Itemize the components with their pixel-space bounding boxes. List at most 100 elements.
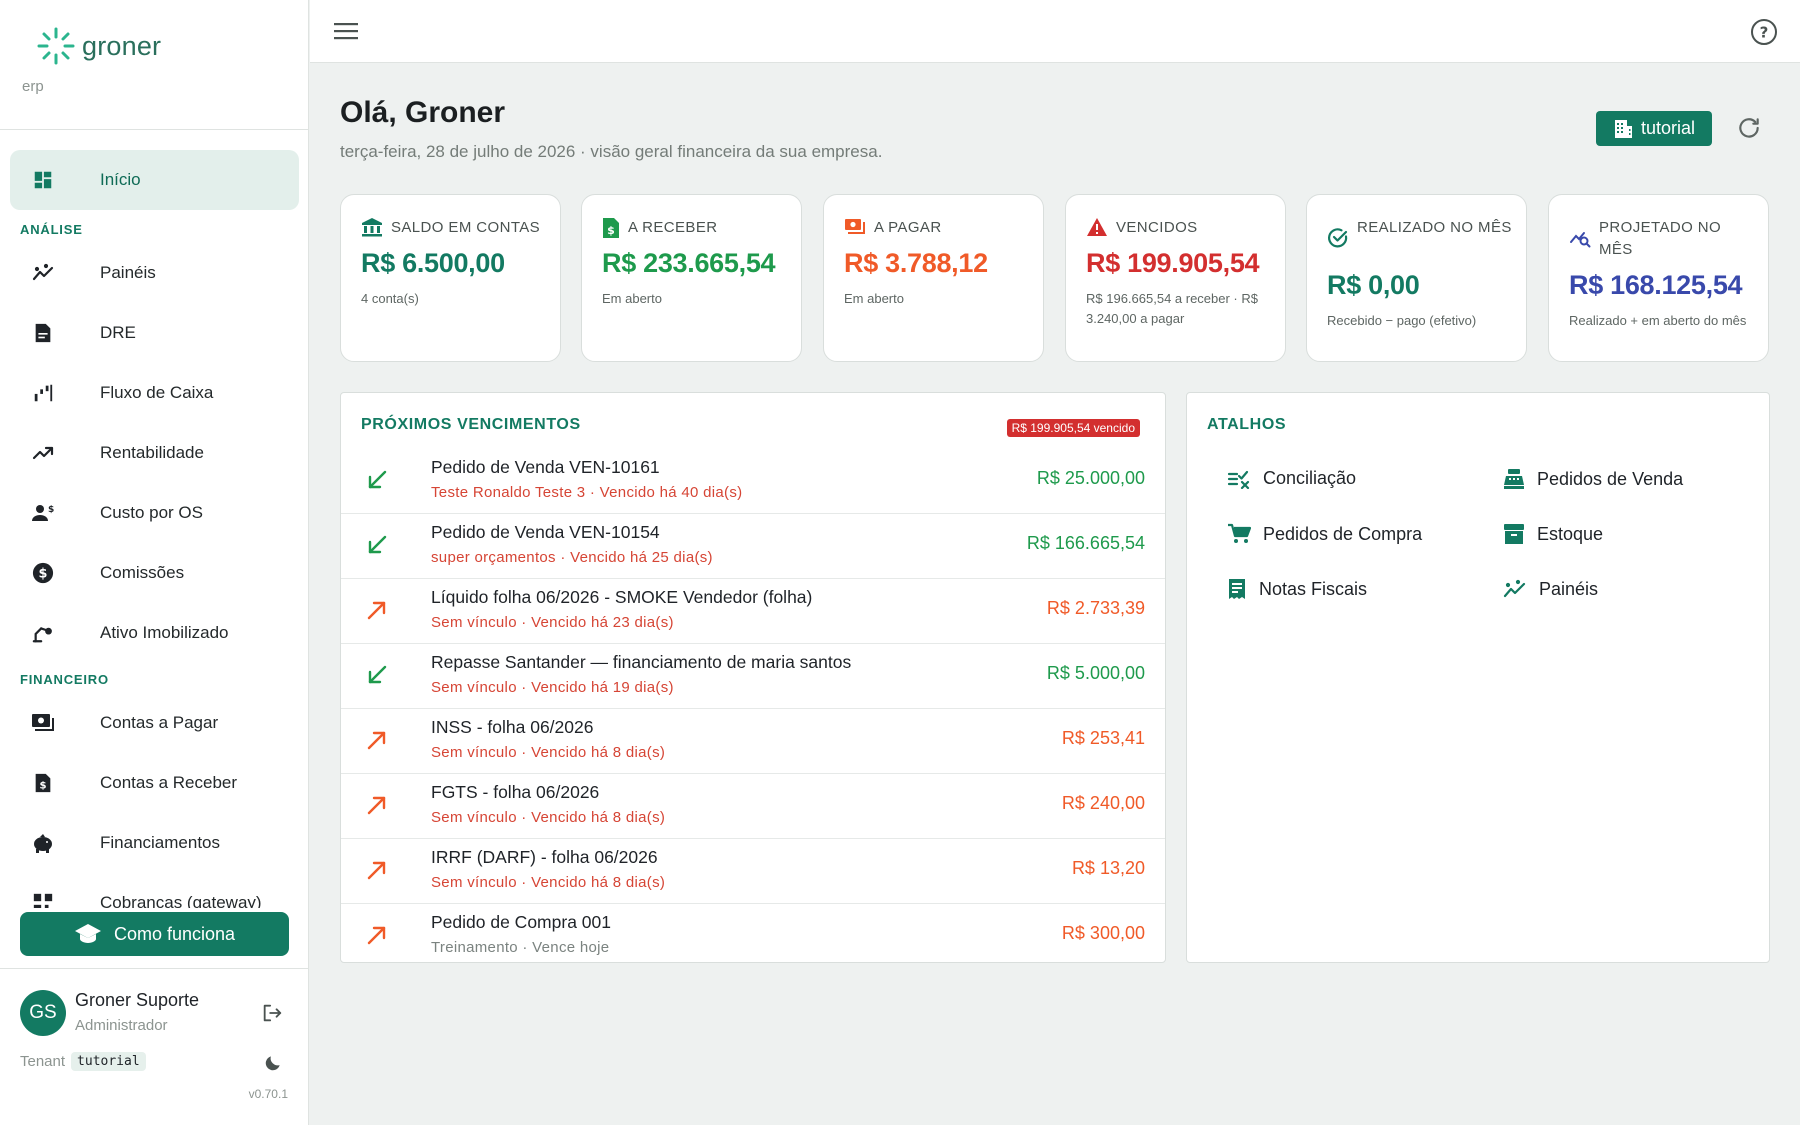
shortcut-paineis[interactable]: Painéis [1503,578,1598,600]
due-row[interactable]: Repasse Santander — financiamento de mar… [341,644,1165,709]
sidebar-item-financiamentos[interactable]: Financiamentos [10,813,299,873]
sidebar-item-inicio[interactable]: Início [10,150,299,210]
sidebar-item-label: Custo por OS [100,503,203,522]
insights-icon [1503,578,1527,600]
due-row[interactable]: Líquido folha 06/2026 - SMOKE Vendedor (… [341,579,1165,644]
due-row-title: Pedido de Venda VEN-10154 [431,522,660,542]
kpi-note: Em aberto [844,291,904,306]
kpi-card-a-pagar[interactable]: A PAGAR R$ 3.788,12 Em aberto [823,194,1044,362]
kpi-title: VENCIDOS [1116,219,1198,236]
cart-icon [1227,523,1251,545]
piggy-bank-icon [31,831,55,855]
due-row-subtitle: super orçamentos · Vencido há 25 dia(s) [431,549,713,566]
user-role: Administrador [75,1017,168,1034]
sidebar-item-ativo-imobilizado[interactable]: Ativo Imobilizado [10,603,299,663]
cash-flow-icon [31,381,55,405]
shortcut-pedidos-de-compra[interactable]: Pedidos de Compra [1227,523,1422,545]
sidebar-divider [0,968,309,969]
due-row-title: Pedido de Compra 001 [431,912,611,932]
due-row-amount: R$ 300,00 [1061,923,1145,943]
logout-icon[interactable] [261,1002,283,1024]
graduation-cap-icon [74,924,101,943]
how-it-works-button[interactable]: Como funciona [20,912,289,956]
sidebar-item-custo-por-os[interactable]: $ Custo por OS [10,483,299,543]
document-icon [31,321,55,345]
shortcut-conciliacao[interactable]: Conciliação [1227,468,1356,489]
svg-text:$: $ [39,567,48,582]
sidebar-item-cobrancas[interactable]: Cobranças (gateway) [10,873,299,908]
app-version: v0.70.1 [248,1087,288,1101]
due-row-amount: R$ 5.000,00 [1046,663,1145,683]
shortcut-pedidos-de-venda[interactable]: Pedidos de Venda [1503,468,1683,490]
insights-icon [31,261,55,285]
help-icon[interactable]: ? [1750,18,1778,46]
shortcut-label: Pedidos de Venda [1537,468,1684,489]
kpi-card-realizado[interactable]: REALIZADO NO MÊS R$ 0,00 Recebido − pago… [1306,194,1527,362]
sidebar-item-label: Início [100,170,141,189]
topbar: ? [310,0,1800,63]
tutorial-label: tutorial [1640,118,1696,138]
due-row[interactable]: Pedido de Venda VEN-10161 Teste Ronaldo T… [341,449,1165,514]
kpi-card-projetado[interactable]: PROJETADO NO MÊS R$ 168.125,54 Realizado… [1548,194,1769,362]
shortcut-label: Notas Fiscais [1259,578,1368,599]
avatar[interactable]: GS [20,990,66,1036]
refresh-icon[interactable] [1736,115,1762,141]
due-row[interactable]: FGTS - folha 06/2026 Sem vínculo · Vencid… [341,774,1165,839]
sidebar-item-contas-a-pagar[interactable]: Contas a Pagar [10,693,299,753]
page-subtitle: terça-feira, 28 de julho de 2026 · visão… [340,142,883,161]
sidebar-item-paineis[interactable]: Painéis [10,243,299,303]
sidebar-nav: Início ANÁLISE Painéis DRE Fluxo de Caix… [0,150,309,908]
brand-logo[interactable]: groner [36,26,161,66]
menu-icon[interactable] [334,20,358,42]
dashboard-icon [31,168,55,192]
tutorial-button[interactable]: tutorial [1596,111,1712,146]
due-row-subtitle: Treinamento · Vence hoje [431,939,610,956]
kpi-title: PROJETADO NO MÊS [1599,219,1722,258]
building-icon [1614,119,1632,138]
shortcut-estoque[interactable]: Estoque [1503,523,1603,545]
sidebar-item-fluxo-de-caixa[interactable]: Fluxo de Caixa [10,363,299,423]
sidebar-item-comissoes[interactable]: $ Comissões [10,543,299,603]
receipt-icon: $ [31,771,55,795]
kpi-card-a-receber[interactable]: $ A RECEBER R$ 233.665,54 Em aberto [581,194,802,362]
shortcut-label: Conciliação [1263,468,1357,488]
sidebar-item-label: Financiamentos [100,833,221,852]
sidebar-item-dre[interactable]: DRE [10,303,299,363]
due-row[interactable]: INSS - folha 06/2026 Sem vínculo · Vencid… [341,709,1165,774]
shortcuts-panel-title: ATALHOS [1207,416,1287,433]
kpi-value: R$ 0,00 [1327,270,1420,300]
due-row-subtitle: Sem vínculo · Vencido há 8 dia(s) [431,809,666,826]
sidebar-item-contas-a-receber[interactable]: $ Contas a Receber [10,753,299,813]
due-row[interactable]: IRRF (DARF) - folha 06/2026 Sem vínculo ·… [341,839,1165,904]
sidebar-item-rentabilidade[interactable]: Rentabilidade [10,423,299,483]
shortcut-label: Estoque [1537,523,1604,544]
projection-icon [1569,227,1591,249]
kpi-note: Recebido − pago (efetivo) [1327,313,1477,328]
kpi-note: Realizado + em aberto do mês [1569,313,1747,328]
due-row-title: Líquido folha 06/2026 - SMOKE Vendedor (… [431,587,813,607]
arrow-outgoing-icon [366,859,388,881]
logo-text: groner [82,30,162,61]
kpi-card-saldo[interactable]: SALDO EM CONTAS R$ 6.500,00 4 conta(s) [340,194,561,362]
section-label-analise: ANÁLISE [20,222,83,237]
due-row-subtitle: Sem vínculo · Vencido há 8 dia(s) [431,744,666,761]
shortcut-label: Pedidos de Compra [1263,523,1423,544]
due-row-subtitle: Sem vínculo · Vencido há 8 dia(s) [431,874,666,891]
shortcut-label: Painéis [1539,578,1599,599]
kpi-value: R$ 6.500,00 [361,248,505,278]
due-panel: PRÓXIMOS VENCIMENTOS R$ 199.905,54 venci… [340,392,1166,963]
due-row[interactable]: Pedido de Venda VEN-10154 super orçamento… [341,514,1165,579]
overdue-badge: R$ 199.905,54 vencido [1006,419,1140,437]
sidebar-item-label: Rentabilidade [100,443,204,462]
svg-text:$: $ [48,505,54,515]
dark-mode-icon[interactable] [263,1053,283,1073]
payment-icon [844,217,866,237]
due-row-subtitle: Teste Ronaldo Teste 3 · Vencido há 40 di… [431,484,743,501]
sidebar-item-label: Contas a Pagar [100,713,219,732]
tenant-code: tutorial [71,1052,146,1071]
sidebar-item-label: Comissões [100,563,185,582]
kpi-card-vencidos[interactable]: VENCIDOS R$ 199.905,54 R$ 196.665,54 a r… [1065,194,1286,362]
qr-icon [31,891,55,908]
due-row[interactable]: Pedido de Compra 001 Treinamento · Vence … [341,904,1165,969]
shortcut-notas-fiscais[interactable]: Notas Fiscais [1227,578,1367,600]
